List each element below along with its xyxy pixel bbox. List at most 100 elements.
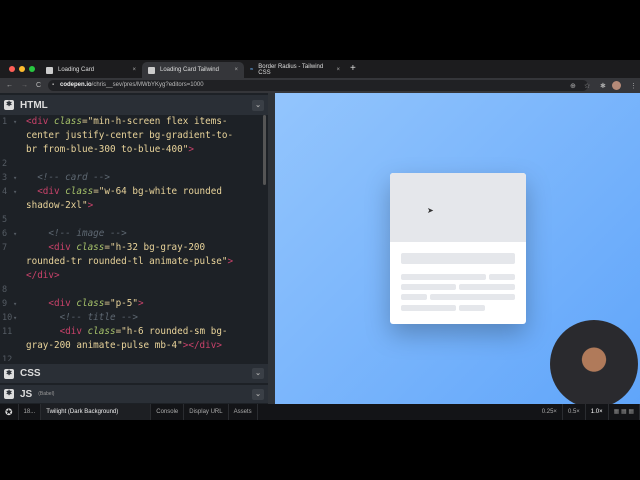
- browser-tab[interactable]: Loading Card ×: [40, 62, 142, 78]
- fold-arrow-icon[interactable]: ▾: [13, 297, 17, 311]
- reload-button[interactable]: C: [36, 82, 41, 89]
- tab-label: Border Radius - Tailwind CSS: [258, 64, 324, 76]
- code-token: <div: [26, 298, 77, 309]
- js-panel-header[interactable]: ✱ JS (Babel) ⌄: [0, 385, 268, 403]
- console-button[interactable]: Console: [151, 404, 185, 420]
- code-token: </div>: [26, 270, 60, 281]
- lock-icon: ▪: [52, 82, 55, 88]
- font-size-setting[interactable]: 18...: [19, 404, 42, 420]
- chevron-down-icon[interactable]: ⌄: [252, 99, 264, 111]
- code-token: ="w-64 bg-white rounded: [93, 186, 222, 197]
- fold-arrow-icon[interactable]: ▾: [13, 171, 17, 185]
- code-token: <div: [26, 326, 88, 337]
- url-input[interactable]: ▪ codepen.io/chris__sev/pres/MWbYKyg?edit…: [48, 80, 588, 91]
- code-line: <div class="min-h-screen flex items-: [26, 115, 228, 129]
- menu-icon[interactable]: ⋮: [630, 82, 637, 90]
- editor-scrollbar[interactable]: [263, 115, 266, 185]
- bookmark-star-icon[interactable]: ☆: [584, 82, 590, 90]
- mouse-cursor-icon: ➤: [427, 206, 434, 215]
- gear-icon[interactable]: ✱: [4, 100, 14, 110]
- code-token: </div>: [188, 340, 222, 351]
- address-bar-row: ← → C ▪ codepen.io/chris__sev/pres/MWbYKy…: [0, 78, 640, 93]
- code-token: >: [137, 298, 144, 309]
- code-token: shadow-2xl": [26, 200, 88, 211]
- js-label: JS: [20, 388, 33, 400]
- line-number: 5: [2, 215, 8, 225]
- code-line: <!-- title -->: [26, 311, 138, 325]
- code-token: center justify-center bg-gradient-to-: [26, 130, 234, 141]
- line-number: 12: [2, 355, 13, 361]
- line-number: 1: [2, 117, 8, 127]
- loading-card: [390, 173, 526, 324]
- codepen-favicon-icon: [46, 66, 53, 74]
- new-tab-button[interactable]: +: [350, 63, 356, 74]
- fold-arrow-icon[interactable]: ▾: [13, 185, 17, 199]
- html-panel-header: ✱ HTML ⌄: [0, 95, 268, 115]
- code-token: br from-blue-300 to-blue-400": [26, 144, 189, 155]
- theme-select[interactable]: Twilight (Dark Background): [41, 404, 152, 420]
- line-number: 10: [2, 313, 13, 323]
- fold-arrow-icon[interactable]: ▾: [13, 115, 17, 129]
- code-line: <div class="h-32 bg-gray-200: [26, 241, 205, 255]
- zoom-icon[interactable]: ⊕: [570, 82, 576, 90]
- chevron-down-icon[interactable]: ⌄: [252, 388, 264, 400]
- assets-button[interactable]: Assets: [229, 404, 258, 420]
- scale-025-button[interactable]: 0.25×: [537, 404, 563, 420]
- line-number: 9: [2, 299, 8, 309]
- code-line: gray-200 animate-pulse mb-4"></div>: [26, 339, 222, 353]
- back-button[interactable]: ←: [6, 82, 13, 89]
- url-path: /chris__sev/pres/MWbYKyg?editors=1000: [91, 82, 204, 88]
- code-line: center justify-center bg-gradient-to-: [26, 129, 233, 143]
- code-token: ="min-h-screen flex items-: [82, 116, 228, 127]
- close-window-button[interactable]: [9, 66, 15, 72]
- code-token: <div: [26, 116, 54, 127]
- code-token: gray-200 animate-pulse mb-4": [26, 340, 183, 351]
- scale-1-button[interactable]: 1.0×: [586, 404, 609, 420]
- display-url-button[interactable]: Display URL: [184, 404, 229, 420]
- scale-05-button[interactable]: 0.5×: [563, 404, 586, 420]
- maximize-window-button[interactable]: [29, 66, 35, 72]
- text-placeholder: [401, 274, 486, 280]
- code-line: <!-- card -->: [26, 171, 110, 185]
- code-line: </div>: [26, 269, 60, 283]
- browser-tab-active[interactable]: Loading Card Tailwind ×: [142, 62, 244, 78]
- html-code-editor[interactable]: 1 ▾ <div class="min-h-screen flex items-ce…: [0, 113, 262, 361]
- code-token: ="p-5": [104, 298, 138, 309]
- close-tab-icon[interactable]: ×: [132, 67, 136, 73]
- image-placeholder: [390, 173, 526, 242]
- webcam-overlay: [550, 320, 638, 408]
- text-placeholder: [401, 284, 456, 290]
- gear-icon[interactable]: ✱: [4, 368, 14, 379]
- line-number: 8: [2, 285, 8, 295]
- close-tab-icon[interactable]: ×: [234, 67, 238, 73]
- profile-avatar[interactable]: [612, 81, 621, 90]
- code-token: class: [87, 326, 116, 337]
- css-label: CSS: [20, 368, 41, 379]
- extensions-icon[interactable]: ✱: [600, 82, 606, 90]
- fold-arrow-icon[interactable]: ▾: [13, 311, 17, 325]
- chevron-down-icon[interactable]: ⌄: [252, 368, 264, 379]
- close-tab-icon[interactable]: ×: [336, 67, 340, 73]
- line-number: 6: [2, 229, 8, 239]
- forward-button[interactable]: →: [21, 82, 28, 89]
- browser-tab[interactable]: ≈ Border Radius - Tailwind CSS ×: [244, 62, 346, 78]
- code-token: <div: [26, 242, 77, 253]
- panel-resize-handle[interactable]: [268, 93, 275, 404]
- bottom-bar: ✪ 18... Twilight (Dark Background) Conso…: [0, 404, 640, 420]
- layout-icon[interactable]: ▦ ▦ ▦: [609, 404, 640, 420]
- text-placeholder: [489, 274, 515, 280]
- gear-icon[interactable]: ✱: [4, 389, 14, 399]
- fold-arrow-icon[interactable]: ▾: [13, 227, 17, 241]
- title-placeholder: [401, 253, 515, 264]
- line-number: 3: [2, 173, 8, 183]
- code-token: >: [87, 200, 94, 211]
- codepen-logo-icon[interactable]: ✪: [0, 404, 19, 420]
- code-token: <!-- card -->: [26, 172, 110, 183]
- code-token: ="h-32 bg-gray-200: [104, 242, 206, 253]
- minimize-window-button[interactable]: [19, 66, 25, 72]
- code-token: class: [76, 242, 105, 253]
- code-token: >: [188, 144, 194, 155]
- code-token: rounded-tr rounded-tl animate-pulse": [26, 256, 228, 267]
- css-panel-header[interactable]: ✱ CSS ⌄: [0, 364, 268, 383]
- code-line: rounded-tr rounded-tl animate-pulse">: [26, 255, 233, 269]
